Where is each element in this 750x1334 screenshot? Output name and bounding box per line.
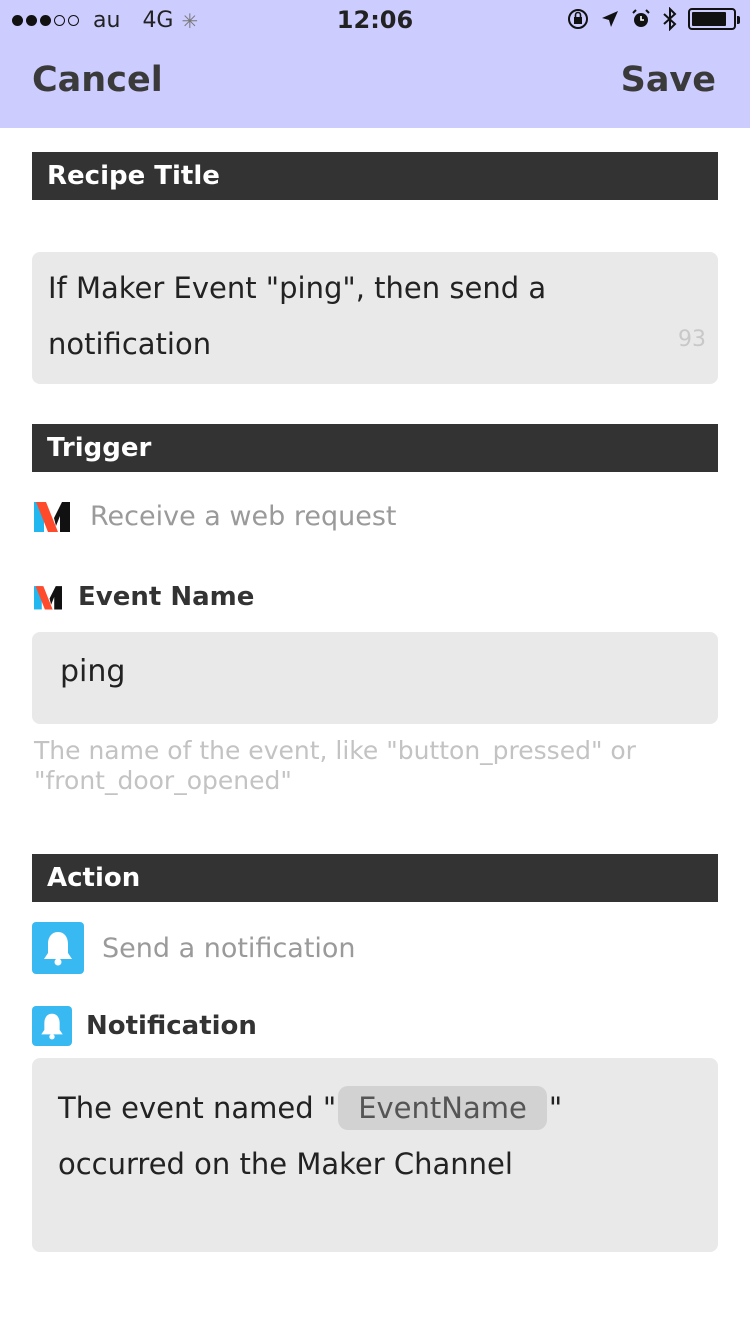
event-name-value: ping (60, 654, 126, 689)
status-bar: au 4G ✳ 12:06 (0, 0, 750, 40)
event-name-label-row: Event Name (32, 582, 254, 612)
message-prefix: The event named " (58, 1091, 337, 1125)
status-right (566, 7, 740, 31)
bell-icon (44, 932, 72, 966)
maker-channel-small-icon (34, 586, 62, 610)
alarm-icon (632, 9, 650, 27)
notification-label-row: Notification (32, 1006, 257, 1046)
trigger-description: Receive a web request (90, 500, 397, 532)
message-mid: " (548, 1091, 563, 1125)
character-counter: 93 (678, 327, 706, 352)
trigger-channel-row[interactable]: Receive a web request (32, 498, 396, 534)
bell-small-icon (41, 1013, 63, 1040)
top-bar: au 4G ✳ 12:06 Cancel Save (0, 0, 750, 128)
trigger-header: Trigger (32, 424, 718, 472)
event-name-label: Event Name (78, 582, 255, 612)
action-description: Send a notification (102, 932, 356, 964)
bluetooth-icon (663, 7, 677, 31)
recipe-title-value: If Maker Event "ping", then send a notif… (48, 271, 547, 361)
notification-small-icon (32, 1006, 72, 1046)
action-header: Action (32, 854, 718, 902)
recipe-title-input[interactable]: If Maker Event "ping", then send a notif… (32, 252, 718, 384)
orientation-lock-icon (568, 9, 588, 29)
notification-label: Notification (86, 1011, 257, 1041)
event-name-hint: The name of the event, like "button_pres… (34, 736, 636, 795)
notification-channel-icon (32, 922, 84, 974)
event-name-input[interactable]: ping (32, 632, 718, 724)
notification-message-input[interactable]: The event named " EventName " occurred on … (32, 1058, 718, 1252)
cancel-button[interactable]: Cancel (32, 60, 163, 100)
maker-channel-icon (34, 502, 70, 532)
action-channel-row[interactable]: Send a notification (32, 922, 356, 974)
recipe-title-header: Recipe Title (32, 152, 718, 200)
ingredient-eventname-pill[interactable]: EventName (338, 1086, 547, 1130)
battery-icon (688, 8, 740, 30)
location-arrow-icon (602, 11, 618, 27)
message-suffix: occurred on the Maker Channel (58, 1147, 513, 1181)
save-button[interactable]: Save (621, 60, 716, 100)
